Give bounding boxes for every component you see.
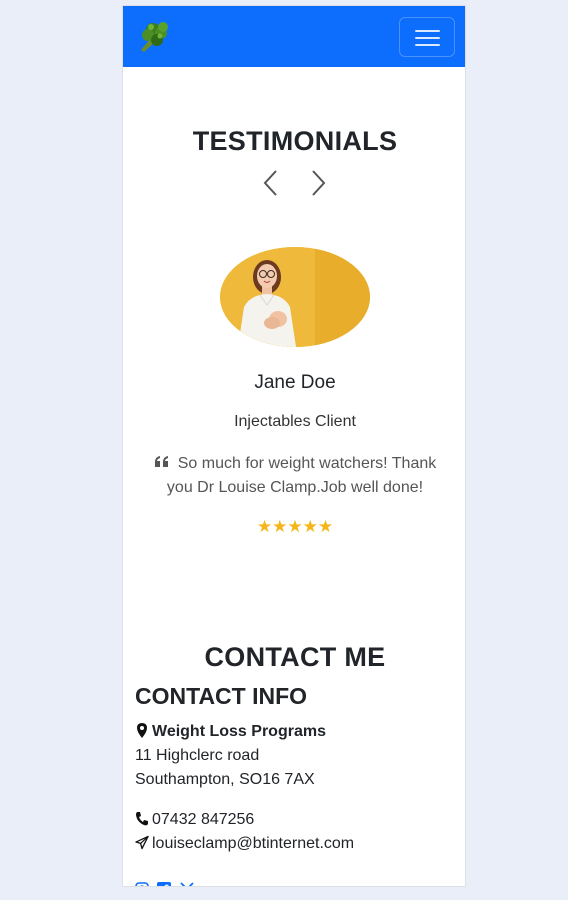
address-line-1: 11 Highclerc road (135, 747, 260, 764)
phone-number: 07432 847256 (152, 811, 255, 828)
instagram-icon[interactable] (135, 882, 149, 886)
x-icon[interactable] (180, 882, 194, 886)
phone-row[interactable]: 07432 847256 (135, 808, 254, 832)
quote-left-icon (154, 456, 168, 467)
chevron-left-icon[interactable] (260, 168, 282, 198)
chevron-right-icon[interactable] (307, 168, 329, 198)
testimonial-avatar (220, 247, 370, 347)
social-links (135, 882, 198, 886)
testimonial-name: Jane Doe (254, 372, 336, 393)
testimonial-role: Injectables Client (234, 413, 356, 430)
testimonial-quote-block: So much for weight watchers! Thank you D… (147, 452, 443, 500)
menu-toggle-button[interactable] (399, 17, 455, 57)
rating-stars: ★★★★★ (256, 517, 334, 536)
address-block: Weight Loss Programs 11 Highclerc road S… (135, 720, 326, 792)
paper-plane-icon (135, 835, 149, 850)
contact-info-title: CONTACT INFO (135, 683, 308, 709)
address-line-2: Southampton, SO16 7AX (135, 771, 315, 788)
phone-icon (136, 812, 148, 826)
facebook-icon[interactable] (157, 882, 172, 886)
contact-title: CONTACT ME (204, 642, 386, 672)
hamburger-icon (415, 30, 440, 32)
broccoli-icon[interactable] (135, 18, 171, 54)
page: TESTIMONIALS Jane Doe Injectables Client… (122, 5, 466, 887)
business-name: Weight Loss Programs (152, 723, 326, 740)
testimonial-quote: So much for weight watchers! Thank you D… (166, 455, 437, 496)
email-row[interactable]: louiseclamp@btinternet.com (135, 832, 354, 856)
testimonials-title: TESTIMONIALS (192, 126, 398, 156)
email-address: louiseclamp@btinternet.com (152, 835, 355, 852)
navbar (123, 6, 465, 67)
map-marker-icon (137, 723, 147, 738)
